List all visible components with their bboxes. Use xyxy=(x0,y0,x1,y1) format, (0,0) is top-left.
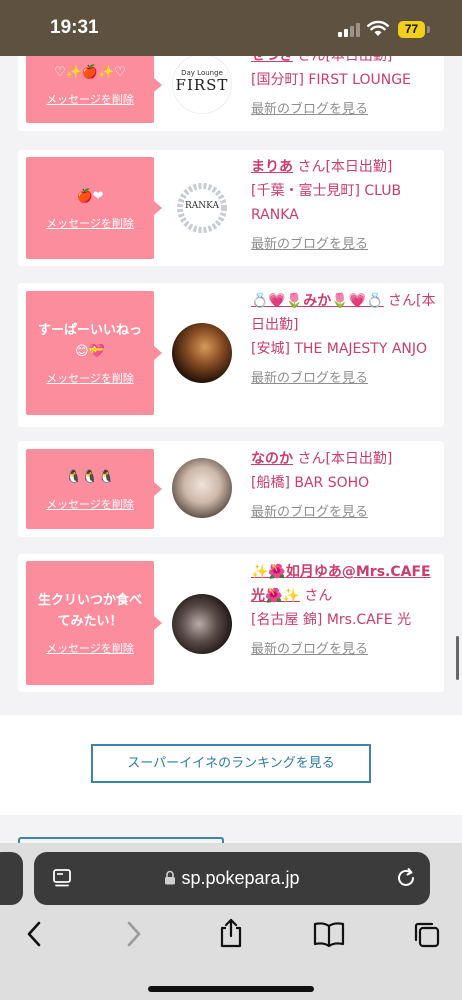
latest-blog-link[interactable]: 最新のブログを見る xyxy=(251,501,437,525)
avatar[interactable]: RANKA xyxy=(172,178,232,238)
work-status: [本日出勤] xyxy=(325,56,393,64)
share-icon[interactable] xyxy=(217,917,245,949)
shop-info[interactable]: [安城] THE MAJESTY ANJO xyxy=(251,341,427,357)
honorific: さん xyxy=(388,293,417,309)
tabs-icon[interactable] xyxy=(412,920,442,950)
reload-icon[interactable] xyxy=(395,867,417,889)
message-text: ♡✨🍎✨♡ xyxy=(54,65,126,80)
delete-message-link[interactable]: メッセージを削除 xyxy=(46,91,134,107)
shop-info[interactable]: [国分町] FIRST LOUNGE xyxy=(251,72,411,88)
message-text: 🍎❤ xyxy=(76,188,104,204)
avatar-photo[interactable] xyxy=(172,458,232,518)
status-time: 19:31 xyxy=(50,17,99,38)
honorific: さん xyxy=(304,588,333,604)
girl-name-link[interactable]: せつき xyxy=(251,56,293,64)
avatar-photo[interactable] xyxy=(172,594,232,654)
message-bubble: すーぱーいいねっ😊💝 メッセージを削除 xyxy=(26,291,162,415)
previous-tab[interactable] xyxy=(0,852,23,905)
delete-message-link[interactable]: メッセージを削除 xyxy=(46,215,134,231)
message-card: 🐧🐧🐧 メッセージを削除 なのか さん[本日出勤] [船橋] BAR SOHO … xyxy=(18,441,444,537)
signal-icon xyxy=(338,23,360,37)
girl-info: ✨🌺如月ゆあ@Mrs.CAFE光🌺✨ さん [名古屋 錦] Mrs.CAFE 光… xyxy=(251,560,437,662)
content-area[interactable]: ♡✨🍎✨♡ メッセージを削除 Day Lounge FIRST せつき さん[本… xyxy=(0,56,462,843)
bookmarks-icon[interactable] xyxy=(313,920,345,948)
back-icon[interactable] xyxy=(24,920,46,948)
girl-info: まりあ さん[本日出勤] [千葉・富士見町] CLUB RANKA 最新のブログ… xyxy=(251,155,437,257)
delete-message-link[interactable]: メッセージを削除 xyxy=(46,370,134,386)
home-indicator xyxy=(148,986,314,992)
work-status: [本日出勤] xyxy=(325,159,393,175)
url-display[interactable]: sp.pokepara.jp xyxy=(34,868,430,889)
avatar-photo[interactable] xyxy=(172,323,232,383)
url-text: sp.pokepara.jp xyxy=(181,868,300,888)
girl-name-link[interactable]: まりあ xyxy=(251,159,293,175)
message-bubble: 🍎❤ メッセージを削除 xyxy=(26,157,162,259)
ranking-section: スーパーイイネのランキングを見る xyxy=(0,715,462,815)
lock-icon xyxy=(165,870,176,885)
message-bubble: 生クリいつか食べてみたい！ メッセージを削除 xyxy=(26,561,162,685)
message-card: ♡✨🍎✨♡ メッセージを削除 Day Lounge FIRST せつき さん[本… xyxy=(18,56,444,131)
girl-info: なのか さん[本日出勤] [船橋] BAR SOHO 最新のブログを見る xyxy=(251,447,437,525)
work-status: [本日出勤] xyxy=(325,451,393,467)
message-card: 🍎❤ メッセージを削除 RANKA まりあ さん[本日出勤] [千葉・富士見町]… xyxy=(18,150,444,266)
girl-info: せつき さん[本日出勤] [国分町] FIRST LOUNGE 最新のブログを見… xyxy=(251,56,437,122)
avatar-logo-text: FIRST xyxy=(175,76,229,94)
message-card: 生クリいつか食べてみたい！ メッセージを削除 ✨🌺如月ゆあ@Mrs.CAFE光🌺… xyxy=(18,554,444,692)
latest-blog-link[interactable]: 最新のブログを見る xyxy=(251,98,437,122)
message-bubble: 🐧🐧🐧 メッセージを削除 xyxy=(26,449,162,529)
shop-info[interactable]: [千葉・富士見町] CLUB RANKA xyxy=(251,183,401,223)
message-text: 生クリいつか食べてみたい！ xyxy=(37,593,142,629)
delete-message-link[interactable]: メッセージを削除 xyxy=(46,640,134,656)
honorific: さん xyxy=(297,159,326,175)
delete-message-link[interactable]: メッセージを削除 xyxy=(46,496,134,512)
girl-name-link[interactable]: ✨🌺如月ゆあ@Mrs.CAFE光🌺✨ xyxy=(251,564,431,604)
browser-chrome: sp.pokepara.jp xyxy=(0,843,462,1000)
address-bar[interactable]: sp.pokepara.jp xyxy=(34,852,430,905)
avatar-logo-text: RANKA xyxy=(184,201,219,211)
girl-name-link[interactable]: 💍💗🌷みか🌷💗💍 xyxy=(251,293,384,309)
shop-info[interactable]: [名古屋 錦] Mrs.CAFE 光 xyxy=(251,612,411,628)
honorific: さん xyxy=(297,56,326,64)
honorific: さん xyxy=(297,451,326,467)
super-iine-ranking-button[interactable]: スーパーイイネのランキングを見る xyxy=(91,744,371,783)
message-text: すーぱーいいねっ😊💝 xyxy=(37,323,142,359)
scrollbar[interactable] xyxy=(456,636,459,680)
latest-blog-link[interactable]: 最新のブログを見る xyxy=(251,367,437,391)
forward-icon[interactable] xyxy=(122,920,144,948)
latest-blog-link[interactable]: 最新のブログを見る xyxy=(251,233,437,257)
status-bar: 19:31 77 xyxy=(0,0,462,56)
message-card: すーぱーいいねっ😊💝 メッセージを削除 💍💗🌷みか🌷💗💍 さん[本日出勤] [安… xyxy=(18,283,444,427)
battery-icon: 77 xyxy=(398,21,425,38)
girl-name-link[interactable]: なのか xyxy=(251,451,293,467)
message-bubble: ♡✨🍎✨♡ メッセージを削除 xyxy=(26,56,162,123)
avatar[interactable]: Day Lounge FIRST xyxy=(172,56,232,114)
message-text: 🐧🐧🐧 xyxy=(65,469,115,485)
latest-blog-link[interactable]: 最新のブログを見る xyxy=(251,638,437,662)
wifi-icon xyxy=(367,20,389,36)
shop-info[interactable]: [船橋] BAR SOHO xyxy=(251,475,369,491)
girl-info: 💍💗🌷みか🌷💗💍 さん[本日出勤] [安城] THE MAJESTY ANJO … xyxy=(251,289,437,391)
